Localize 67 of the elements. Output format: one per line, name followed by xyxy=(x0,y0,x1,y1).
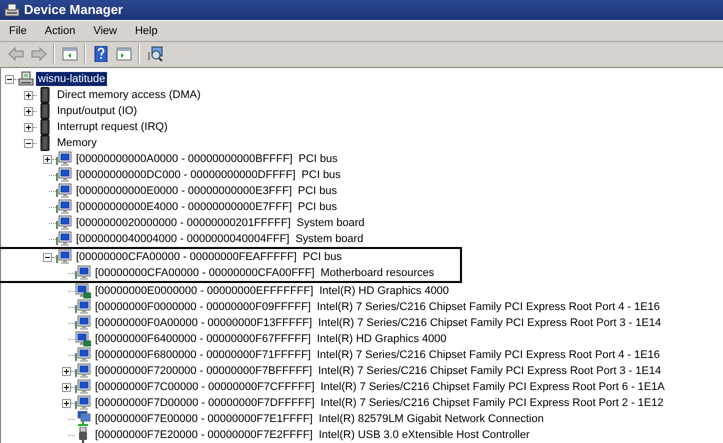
tree-item[interactable]: Input/output (IO) xyxy=(55,104,140,118)
tree-item[interactable]: [00000000CFA00000 - 00000000FEAFFFFF] PCI bus xyxy=(74,250,344,264)
menu-item[interactable]: Action xyxy=(36,20,84,41)
network-icon xyxy=(75,411,91,427)
expand-icon[interactable] xyxy=(24,106,33,116)
scan-hardware-icon xyxy=(146,46,162,62)
tree-item[interactable]: [00000000F7C00000 - 00000000F7CFFFFF] Intel(R) 7 Series/C216 Chipset Family PCI Express Root Port 6 - 1E1A xyxy=(93,380,667,394)
monitor-icon xyxy=(56,231,72,247)
memory-chip-icon xyxy=(37,103,53,119)
tree-item[interactable]: [00000000F7D00000 - 00000000F7DFFFFF] Intel(R) 7 Series/C216 Chipset Family PCI Express Root Port 2 - 1E12 xyxy=(93,396,666,410)
monitor-icon xyxy=(56,151,72,167)
tree-item[interactable]: [00000000F0000000 - 00000000F09FFFFF] Intel(R) 7 Series/C216 Chipset Family PCI Express Root Port 4 - 1E16 xyxy=(93,300,662,314)
memory-chip-icon xyxy=(37,119,53,135)
monitor-icon xyxy=(56,199,72,215)
collapse-icon[interactable] xyxy=(24,138,33,148)
tree-item[interactable]: [00000000F0A00000 - 00000000F13FFFFF] Intel(R) 7 Series/C216 Chipset Family PCI Express Root Port 3 - 1E14 xyxy=(93,316,664,330)
tree-item[interactable]: [00000000F6800000 - 00000000F71FFFFF] Intel(R) 7 Series/C216 Chipset Family PCI Express Root Port 4 - 1E16 xyxy=(93,348,662,362)
monitor-icon xyxy=(56,249,72,265)
tree-item[interactable]: [00000000000DC000 - 00000000000DFFFF] PCI bus xyxy=(74,168,343,182)
monitor-icon xyxy=(75,283,91,299)
monitor-icon xyxy=(56,167,72,183)
help-icon xyxy=(92,46,108,62)
tree-item[interactable]: Direct memory access (DMA) xyxy=(55,88,203,102)
tree-item[interactable]: [00000000E0000000 - 00000000EFFFFFFF] Intel(R) HD Graphics 4000 xyxy=(93,284,451,298)
monitor-icon xyxy=(75,299,91,315)
monitor-icon xyxy=(75,265,91,281)
expand-icon[interactable] xyxy=(24,90,33,100)
collapse-icon[interactable] xyxy=(43,252,52,262)
tree-item[interactable]: [00000000F7E00000 - 00000000F7E1FFFF] Intel(R) 82579LM Gigabit Network Connection xyxy=(93,412,546,426)
menu-item[interactable]: File xyxy=(0,20,36,41)
expand-icon[interactable] xyxy=(62,398,71,408)
monitor-icon xyxy=(56,215,72,231)
monitor-icon xyxy=(75,331,91,347)
expand-icon[interactable] xyxy=(24,122,33,132)
monitor-icon xyxy=(56,183,72,199)
tree-item[interactable]: Memory xyxy=(55,136,99,150)
device-manager-icon xyxy=(4,2,20,18)
tree-item[interactable]: [00000000F6400000 - 00000000F67FFFFF] Intel(R) HD Graphics 4000 xyxy=(93,332,448,346)
monitor-icon xyxy=(75,379,91,395)
monitor-icon xyxy=(75,347,91,363)
tree-item[interactable]: [00000000F7200000 - 00000000F7BFFFFF] Intel(R) 7 Series/C216 Chipset Family PCI Express Root Port 3 - 1E14 xyxy=(93,364,664,378)
tree-item[interactable]: [00000000000A0000 - 00000000000BFFFF] PCI bus xyxy=(74,152,340,166)
tree-item[interactable]: Interrupt request (IRQ) xyxy=(55,120,170,134)
memory-chip-icon xyxy=(37,135,53,151)
tree-item[interactable]: [00000000000E0000 - 00000000000E3FFF] PCI bus xyxy=(74,184,340,198)
back-arrow-icon xyxy=(8,46,24,62)
monitor-icon xyxy=(75,363,91,379)
collapse-icon[interactable] xyxy=(5,74,14,84)
menu-item[interactable]: Help xyxy=(126,20,167,41)
tree-item[interactable]: [00000000000E4000 - 00000000000E7FFF] PCI bus xyxy=(74,200,340,214)
panel-icon xyxy=(116,46,132,62)
forward-arrow-icon xyxy=(30,46,46,62)
tree-item[interactable]: [00000000F7E20000 - 00000000F7E2FFFF] Intel(R) USB 3.0 eXtensible Host Controller xyxy=(93,428,532,442)
expand-icon[interactable] xyxy=(62,366,71,376)
computer-icon xyxy=(18,71,34,87)
tree-item[interactable]: [00000000CFA00000 - 00000000CFA00FFF] Motherboard resources xyxy=(93,266,436,280)
expand-icon[interactable] xyxy=(62,382,71,392)
tree-item[interactable]: wisnu-latitude xyxy=(36,72,108,86)
monitor-icon xyxy=(75,395,91,411)
tree-item[interactable]: [0000000040004000 - 0000000040004FFF] System board xyxy=(74,232,366,246)
tree-item[interactable]: [0000000020000000 - 00000000201FFFFF] System board xyxy=(74,216,367,230)
expand-icon[interactable] xyxy=(43,154,52,164)
memory-chip-icon xyxy=(37,87,53,103)
menu-item[interactable]: View xyxy=(84,20,126,41)
monitor-icon xyxy=(75,315,91,331)
window-title: Device Manager xyxy=(24,1,123,19)
panel-icon xyxy=(62,46,78,62)
